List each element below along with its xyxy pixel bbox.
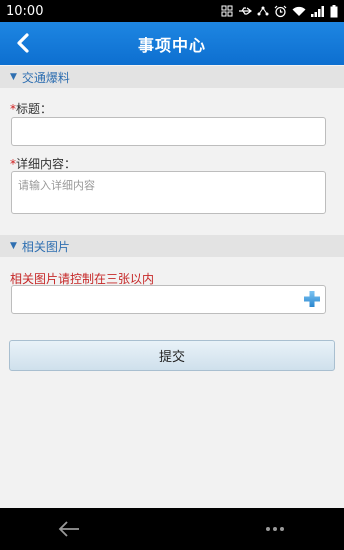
submit-button[interactable]: 提交	[9, 340, 335, 371]
section-header-traffic[interactable]: ▼ 交通爆料	[0, 66, 344, 88]
navigation-bar	[0, 508, 344, 550]
wifi-icon	[292, 6, 306, 17]
usb-icon	[238, 5, 252, 17]
signal-icon	[311, 5, 325, 17]
share-icon	[257, 5, 269, 17]
back-chevron-icon	[17, 33, 29, 53]
collapse-triangle-icon: ▼	[10, 241, 17, 251]
detail-placeholder: 请输入详细内容	[18, 179, 95, 192]
nav-menu-button[interactable]	[260, 514, 290, 544]
app-header: 事项中心	[0, 22, 344, 65]
screenshot-icon	[221, 5, 233, 17]
section-title-traffic: 交通爆料	[21, 70, 70, 85]
section-title-images: 相关图片	[21, 239, 70, 254]
back-button[interactable]	[8, 28, 38, 58]
collapse-triangle-icon: ▼	[10, 72, 17, 82]
status-time: 10:00	[6, 3, 44, 19]
page-title: 事项中心	[137, 35, 206, 55]
nav-back-button[interactable]	[54, 514, 84, 544]
detail-label-text: 详细内容：	[16, 157, 77, 171]
detail-textarea[interactable]: 请输入详细内容	[11, 171, 326, 214]
add-image-button[interactable]	[303, 290, 321, 308]
image-picker-field[interactable]	[11, 285, 326, 314]
alarm-icon	[274, 5, 287, 18]
battery-icon	[330, 4, 338, 18]
back-arrow-icon	[58, 521, 79, 537]
section-header-images[interactable]: ▼ 相关图片	[0, 235, 344, 257]
status-icons	[221, 4, 338, 18]
detail-label: *详细内容：	[10, 155, 76, 172]
title-label: *标题：	[10, 100, 52, 117]
plus-icon	[304, 291, 320, 307]
more-dots-icon	[266, 527, 284, 531]
title-input[interactable]	[11, 117, 326, 146]
title-label-text: 标题：	[16, 102, 53, 116]
status-bar: 10:00	[0, 0, 344, 22]
